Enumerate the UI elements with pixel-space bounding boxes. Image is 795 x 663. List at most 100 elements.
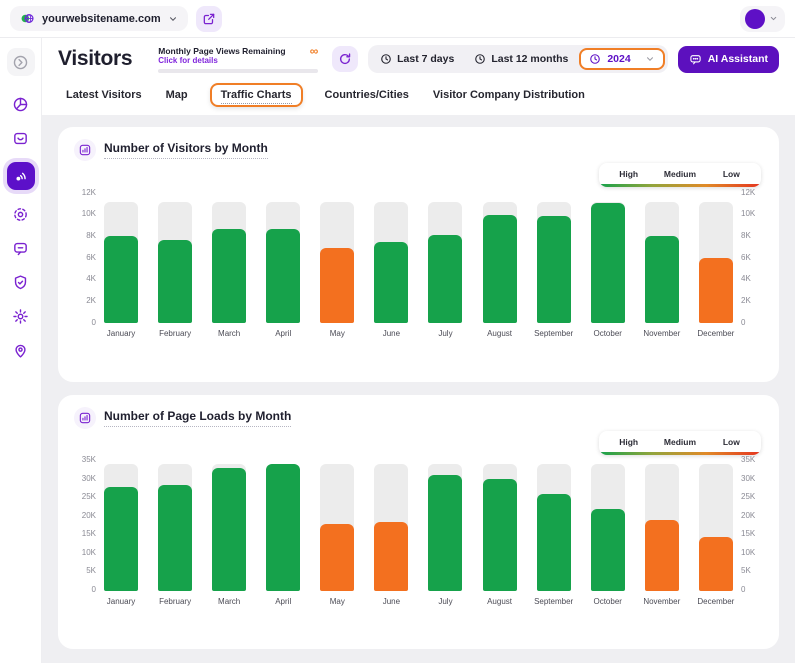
bar-column: October (591, 193, 625, 338)
ai-assistant-label: AI Assistant (708, 53, 768, 65)
bar-column: January (104, 193, 138, 338)
y-tick-label: 10K (82, 548, 96, 557)
share-button[interactable] (196, 6, 222, 32)
sidebar-item-panel-expand[interactable] (7, 48, 35, 76)
bar-column: July (428, 193, 462, 338)
x-tick-label: June (383, 329, 400, 338)
clock-icon (474, 53, 486, 65)
chart-bar[interactable] (645, 236, 679, 323)
chart-bar[interactable] (591, 203, 625, 323)
x-tick-label: July (438, 329, 452, 338)
chart-bar[interactable] (212, 468, 246, 591)
x-tick-label: May (330, 597, 345, 606)
plot: JanuaryFebruaryMarchAprilMayJuneJulyAugu… (100, 461, 737, 606)
chart-bar[interactable] (428, 235, 462, 323)
refresh-button[interactable] (332, 46, 358, 72)
bar-column: September (537, 193, 571, 338)
y-tick-label: 6K (741, 253, 751, 262)
chart-title: Number of Visitors by Month (104, 141, 268, 159)
legend-medium-label: Medium (654, 169, 705, 179)
legend-gradient-bar (599, 184, 761, 187)
chart-bar[interactable] (537, 494, 571, 591)
chart-bar[interactable] (374, 522, 408, 591)
x-tick-label: September (534, 597, 573, 606)
chart-bar[interactable] (158, 240, 192, 323)
chart-bar[interactable] (104, 236, 138, 323)
sidebar-item-audience[interactable] (7, 200, 35, 228)
bar-column: August (483, 193, 517, 338)
sidebar-item-visitors[interactable] (7, 162, 35, 190)
chart-card: Number of Page Loads by Month High Mediu… (58, 395, 779, 650)
chart-bar[interactable] (320, 524, 354, 591)
tab-traffic-charts[interactable]: Traffic Charts (210, 83, 303, 107)
x-tick-label: July (438, 597, 452, 606)
chart-bar[interactable] (212, 229, 246, 323)
tab-countries-cities[interactable]: Countries/Cities (323, 85, 411, 105)
bar-column: March (212, 461, 246, 606)
avatar (745, 9, 765, 29)
topbar: yourwebsitename.com (0, 0, 795, 38)
sidebar-item-inbox[interactable] (7, 124, 35, 152)
location-icon (12, 342, 29, 359)
website-selector[interactable]: yourwebsitename.com (10, 6, 188, 31)
chart-plot-area: 05K10K15K20K25K30K35K JanuaryFebruaryMar… (74, 461, 763, 606)
quota-label: Monthly Page Views Remaining (158, 46, 309, 56)
y-tick-label: 25K (82, 492, 96, 501)
bar-column: January (104, 461, 138, 606)
bar-column: December (699, 461, 733, 606)
x-tick-label: October (593, 329, 621, 338)
y-tick-label: 10K (741, 548, 755, 557)
sidebar-item-feedback[interactable] (7, 234, 35, 262)
tab-map[interactable]: Map (164, 85, 190, 105)
page-header: Visitors Monthly Page Views Remaining Cl… (42, 38, 795, 115)
bar-column: October (591, 461, 625, 606)
bar-column: November (645, 193, 679, 338)
chart-bar[interactable] (158, 485, 192, 591)
x-tick-label: November (643, 597, 680, 606)
date-range-control: Last 7 days Last 12 months 2024 (368, 45, 668, 73)
chart-bar[interactable] (374, 242, 408, 323)
sidebar-item-settings[interactable] (7, 302, 35, 330)
y-tick-label: 12K (82, 188, 96, 197)
chart-bar[interactable] (266, 229, 300, 323)
chart-bar[interactable] (537, 216, 571, 323)
y-tick-label: 0 (741, 318, 745, 327)
sidebar-item-dashboard[interactable] (7, 90, 35, 118)
y-tick-label: 2K (86, 296, 96, 305)
chart-bar[interactable] (320, 248, 354, 323)
bar-column: February (158, 461, 192, 606)
last-12-months-button[interactable]: Last 12 months (465, 48, 577, 70)
tab-latest-visitors[interactable]: Latest Visitors (64, 85, 144, 105)
sidebar-item-privacy[interactable] (7, 268, 35, 296)
chart-bar[interactable] (699, 258, 733, 323)
y-tick-label: 30K (82, 474, 96, 483)
bar-column: November (645, 461, 679, 606)
chart-bar[interactable] (591, 509, 625, 591)
ai-assistant-button[interactable]: AI Assistant (678, 46, 779, 73)
tab-bar: Latest Visitors Map Traffic Charts Countrie… (58, 73, 779, 115)
chart-bar[interactable] (483, 215, 517, 323)
chart-bar[interactable] (483, 479, 517, 590)
sidebar-item-location[interactable] (7, 336, 35, 364)
chart-legend: High Medium Low (599, 431, 761, 455)
y-tick-label: 10K (82, 209, 96, 218)
year-label: 2024 (607, 53, 630, 65)
chart-bar[interactable] (104, 487, 138, 591)
chart-bar[interactable] (699, 537, 733, 591)
tab-visitor-company-distribution[interactable]: Visitor Company Distribution (431, 85, 587, 105)
quota-value: ∞ (310, 46, 319, 56)
y-tick-label: 8K (741, 231, 751, 240)
last-7-days-button[interactable]: Last 7 days (371, 48, 463, 70)
y-tick-label: 10K (741, 209, 755, 218)
x-tick-label: December (697, 597, 734, 606)
chart-legend: High Medium Low (599, 163, 761, 187)
user-menu[interactable] (740, 6, 785, 32)
site-favicon-icon (20, 11, 35, 26)
chart-bar[interactable] (266, 464, 300, 590)
y-tick-label: 2K (741, 296, 751, 305)
year-selector[interactable]: 2024 (579, 48, 664, 70)
chart-bar[interactable] (428, 475, 462, 590)
quota-details-link[interactable]: Click for details (158, 56, 309, 65)
refresh-icon (338, 52, 352, 66)
chart-bar[interactable] (645, 520, 679, 591)
